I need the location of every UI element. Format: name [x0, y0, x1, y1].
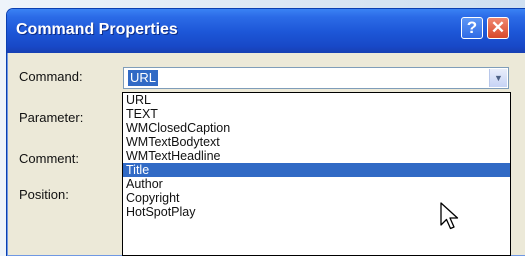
dropdown-option-wmtextbodytext[interactable]: WMTextBodytext	[123, 135, 510, 149]
command-properties-dialog: Command Properties ? ✕ Command: Paramete…	[6, 8, 525, 256]
chevron-down-icon: ▼	[494, 73, 503, 83]
command-combobox-value: URL	[128, 70, 159, 86]
title-bar[interactable]: Command Properties ? ✕	[7, 9, 525, 53]
dropdown-option-url[interactable]: URL	[123, 93, 510, 107]
command-combobox[interactable]: URL ▼	[123, 67, 509, 89]
command-label: Command:	[19, 69, 83, 84]
close-button[interactable]: ✕	[487, 17, 509, 39]
parameter-label: Parameter:	[19, 110, 84, 125]
dropdown-option-wmtextheadline[interactable]: WMTextHeadline	[123, 149, 510, 163]
dropdown-option-text[interactable]: TEXT	[123, 107, 510, 121]
close-icon: ✕	[490, 18, 506, 37]
combobox-dropdown-button[interactable]: ▼	[489, 69, 507, 87]
help-icon: ?	[466, 18, 478, 37]
dropdown-option-title[interactable]: Title	[123, 163, 510, 177]
dropdown-option-wmclosedcaption[interactable]: WMClosedCaption	[123, 121, 510, 135]
help-button[interactable]: ?	[461, 17, 483, 39]
window-title: Command Properties	[16, 21, 178, 38]
dropdown-option-author[interactable]: Author	[123, 177, 510, 191]
position-label: Position:	[19, 187, 69, 202]
mouse-pointer-icon	[440, 202, 459, 230]
comment-label: Comment:	[19, 151, 79, 166]
